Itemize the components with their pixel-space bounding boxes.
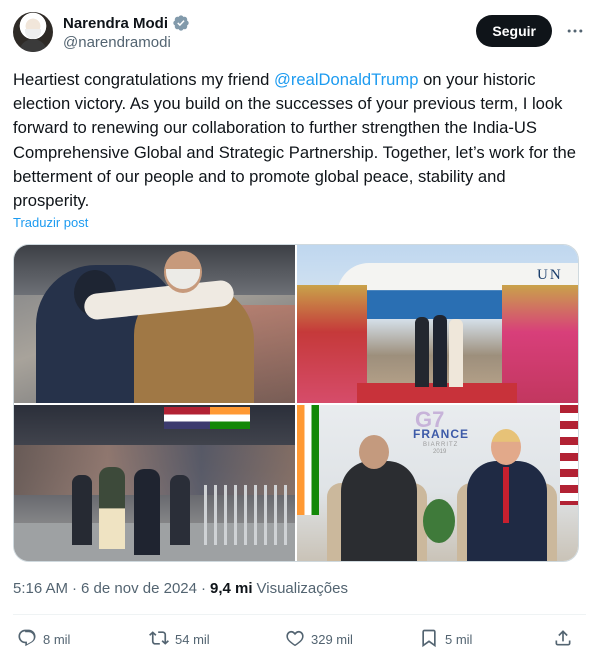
hug-photo[interactable] [14,245,295,403]
stadium-walk-photo[interactable] [14,405,295,561]
repost-button[interactable]: 54 mil [149,626,210,652]
tweet-header: Narendra Modi @narendramodi Seguir [13,12,586,56]
reply-button[interactable]: 8 mil [17,626,70,652]
bookmark-button[interactable]: 5 mil [419,626,472,652]
meta-separator: · [72,580,78,597]
heart-icon [285,628,305,651]
share-button[interactable] [553,626,573,652]
like-count: 329 mil [311,631,353,647]
repost-count: 54 mil [175,631,210,647]
like-button[interactable]: 329 mil [285,626,353,652]
bookmark-icon [419,628,439,651]
tweet: Narendra Modi @narendramodi Seguir Heart… [0,0,599,658]
avatar-body-shape [19,39,47,52]
repost-icon [149,628,169,651]
post-text-after: on your historic election victory. As yo… [13,70,576,211]
figure-suit-left [72,475,92,545]
views-label: Visualizações [256,580,348,597]
post-date[interactable]: 6 de nov de 2024 [81,580,197,597]
media-grid: UN G7 FRANCE BIARRITZ 2019 [13,244,579,562]
post-time[interactable]: 5:16 AM [13,580,68,597]
mention-link[interactable]: @realDonaldTrump [274,70,418,89]
us-flag-screen [164,407,210,429]
red-tie-shape [503,467,509,523]
figure-suit-center [134,469,160,555]
figure-white-kurta [449,319,463,387]
figure-suit-1 [415,317,429,387]
name-row: Narendra Modi [63,14,190,32]
post-meta: 5:16 AM · 6 de nov de 2024 · 9,4 mi Visu… [13,580,348,597]
airplane-lettering: UN [537,267,563,283]
airport-welcome-photo[interactable]: UN [297,245,578,403]
plant-shape [423,499,455,543]
india-flag-screen [210,407,250,429]
verified-badge-icon[interactable] [172,14,190,32]
figure-left-suit [341,461,417,561]
handle[interactable]: @narendramodi [63,34,171,51]
g7-handshake-photo[interactable]: G7 FRANCE BIARRITZ 2019 [297,405,578,561]
post-text-before: Heartiest congratulations my friend [13,70,275,89]
reply-count: 8 mil [43,631,71,647]
barrier-shape [204,485,294,545]
share-icon [553,628,573,651]
more-horizontal-icon[interactable] [564,20,586,42]
translate-post-link[interactable]: Traduzir post [13,215,88,230]
g7-country-text: FRANCE [413,427,469,441]
figure-left-head [359,435,389,469]
divider [13,614,586,615]
views-count: 9,4 mi [209,580,253,597]
display-name[interactable]: Narendra Modi [63,15,168,32]
avatar[interactable] [13,12,53,52]
india-flag-shape [297,405,319,515]
bookmark-count: 5 mil [445,631,473,647]
reply-icon [17,628,37,651]
action-bar: 8 mil 54 mil 329 mil 5 mil [13,626,586,652]
figure-vest-kurta [99,467,125,549]
figure-right-head [491,429,521,465]
us-flag-shape [560,405,578,505]
figure-suit-right [170,475,190,545]
figure-suit-2 [433,315,447,387]
g7-city-text: BIARRITZ [423,442,459,448]
avatar-beard-shape [25,29,41,39]
follow-button[interactable]: Seguir [476,15,552,47]
g7-year-text: 2019 [433,449,447,455]
post-text: Heartiest congratulations my friend @rea… [13,68,586,213]
meta-separator-2: · [200,580,206,597]
